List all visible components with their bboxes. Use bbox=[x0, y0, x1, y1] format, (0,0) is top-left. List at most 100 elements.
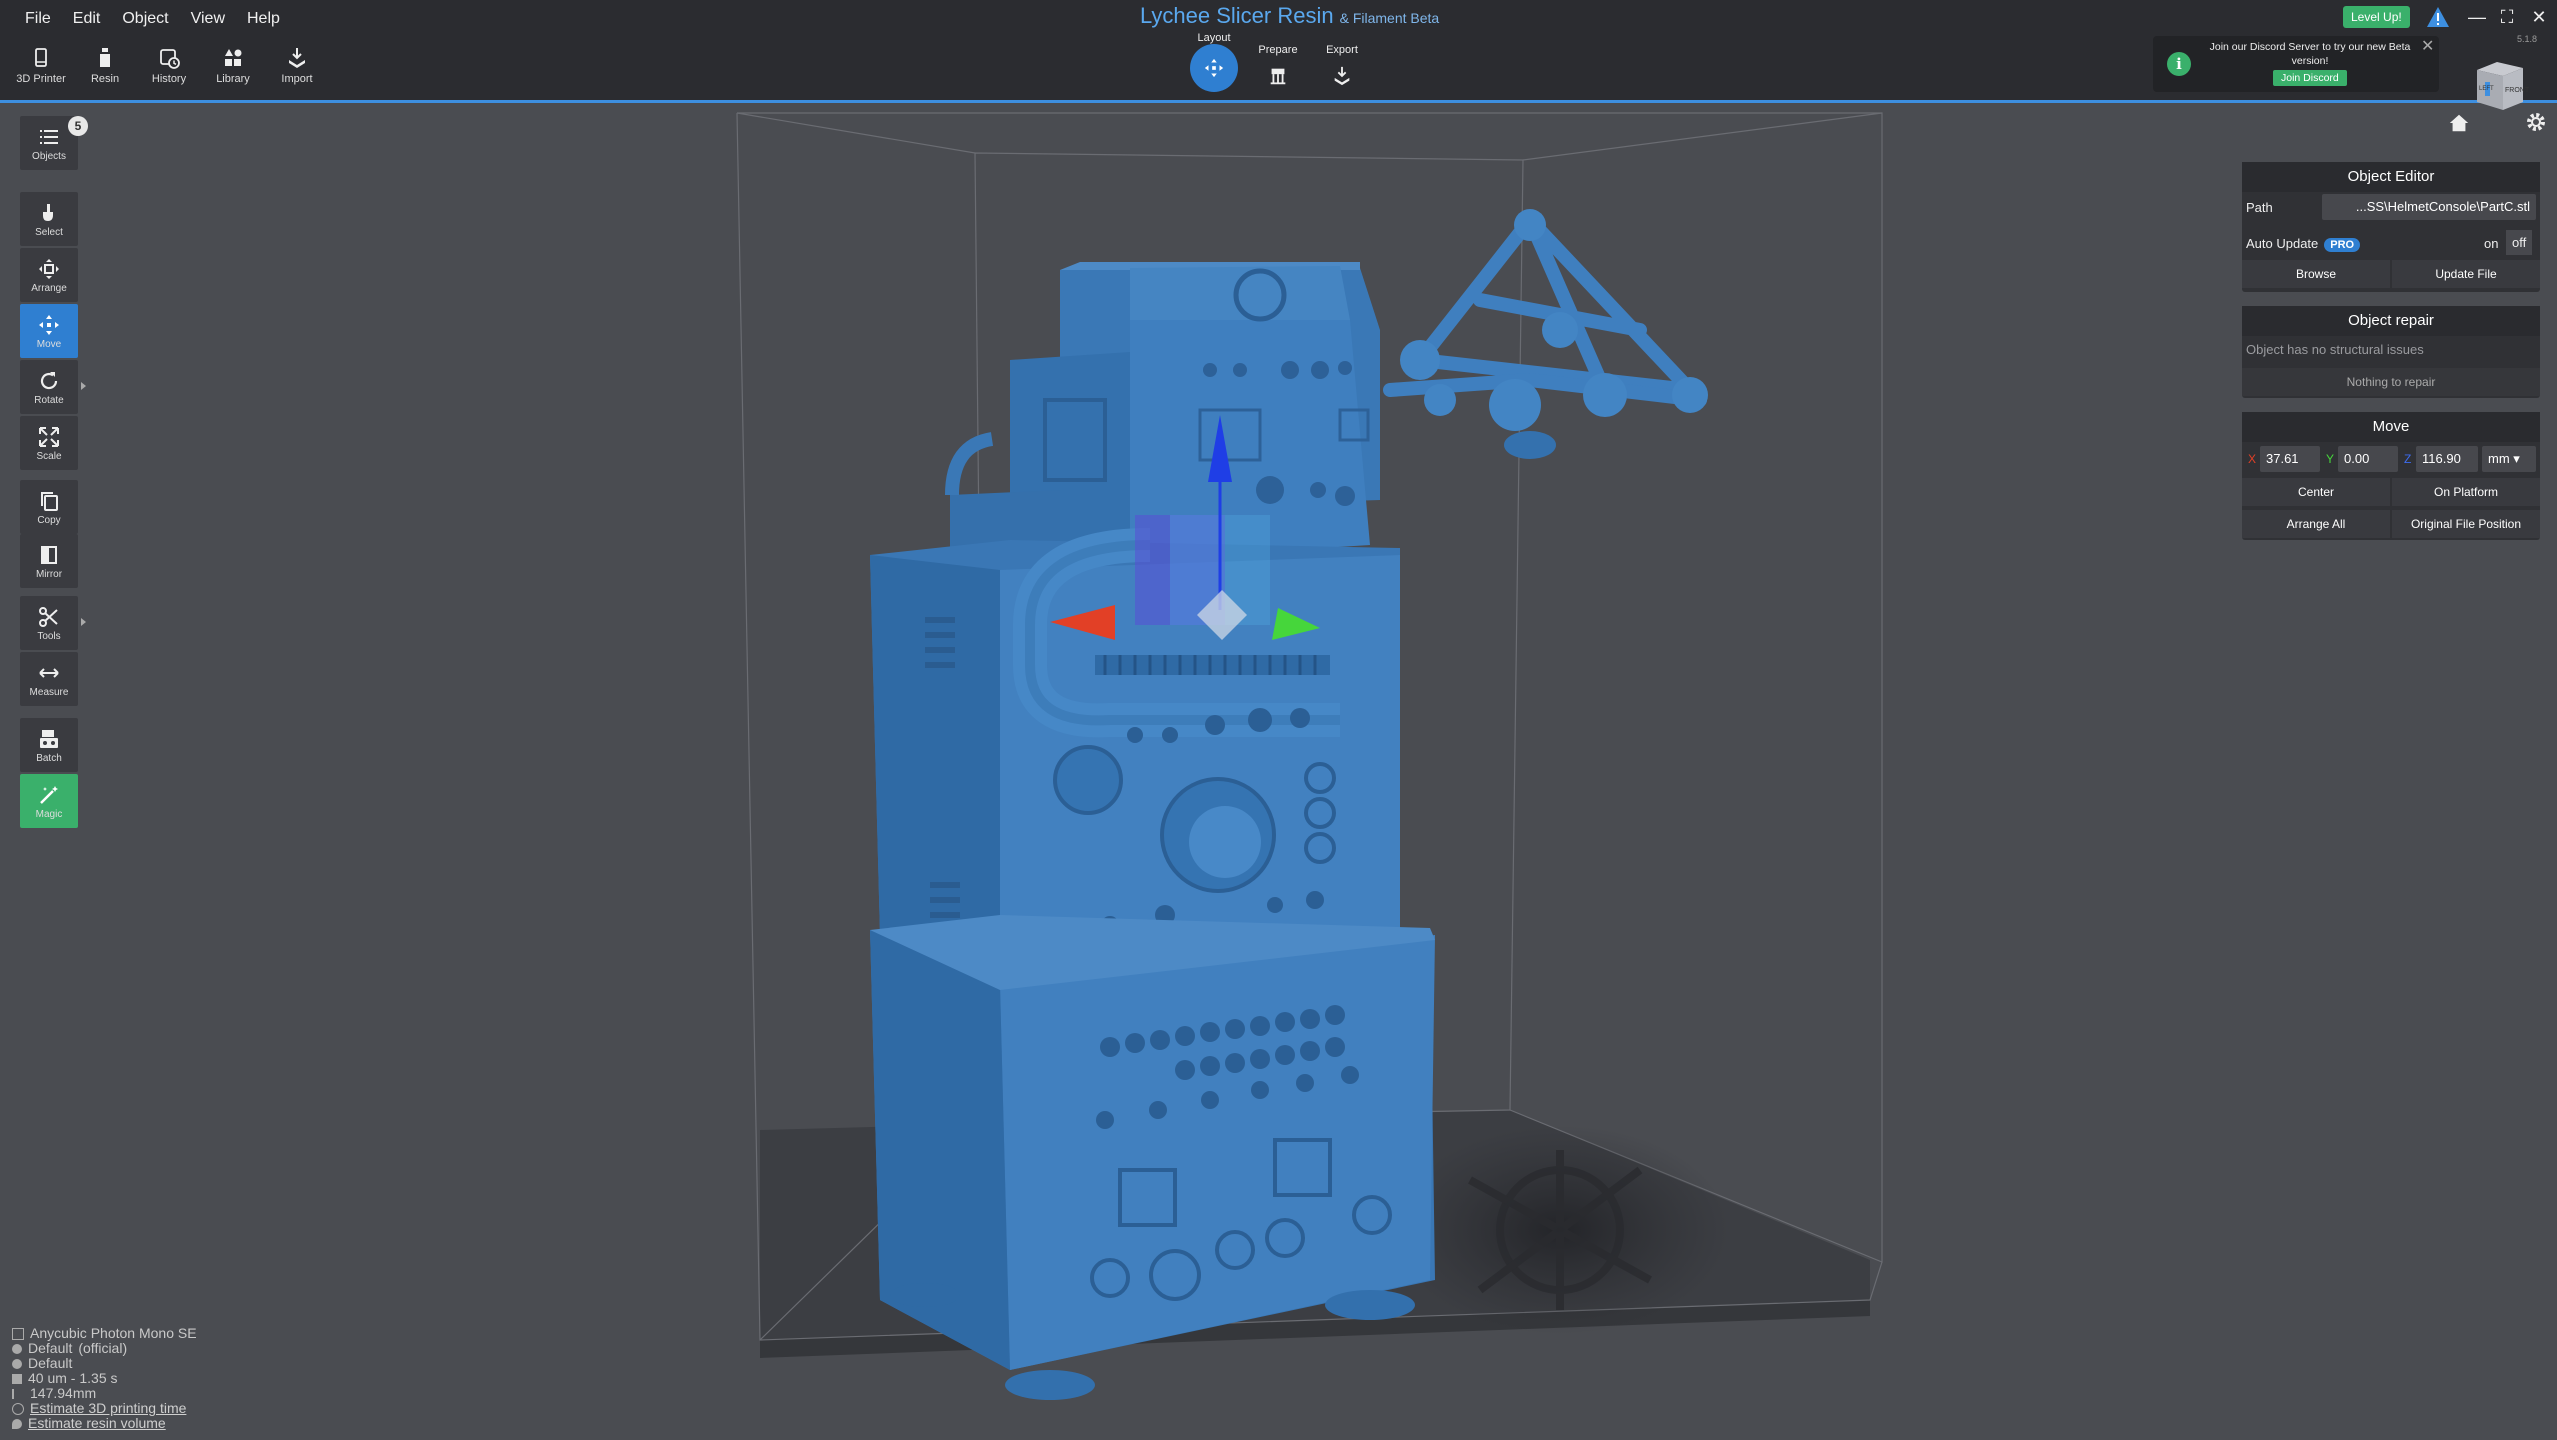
printer-button[interactable]: 3D Printer bbox=[14, 46, 68, 96]
measure-icon bbox=[39, 667, 59, 678]
mirror-button[interactable]: Mirror bbox=[20, 534, 78, 588]
info-height-row: 147.94mm bbox=[12, 1386, 197, 1401]
estimate-time-link[interactable]: Estimate 3D printing time bbox=[30, 1401, 186, 1416]
maximize-button[interactable]: ⛶ bbox=[2494, 4, 2520, 30]
minimize-icon: — bbox=[2468, 6, 2486, 27]
info-printer[interactable]: Anycubic Photon Mono SE bbox=[30, 1326, 197, 1341]
tools-submenu-arrow-icon[interactable] bbox=[81, 618, 86, 626]
auto-update-label: Auto Update PRO bbox=[2246, 236, 2361, 252]
auto-update-text: Auto Update bbox=[2246, 236, 2319, 251]
minimize-button[interactable]: — bbox=[2464, 4, 2490, 30]
z-axis-label: Z bbox=[2404, 452, 2412, 466]
rotate-submenu-arrow-icon[interactable] bbox=[81, 382, 86, 390]
objects-count-badge: 5 bbox=[68, 116, 88, 136]
y-axis-label: Y bbox=[2326, 452, 2335, 466]
toggle-off-option[interactable]: off bbox=[2506, 230, 2533, 255]
layers-icon bbox=[12, 1373, 22, 1384]
tools-label: Tools bbox=[37, 630, 61, 642]
select-label: Select bbox=[35, 226, 63, 238]
batch-button[interactable]: Batch bbox=[20, 718, 78, 772]
object-repair-panel: Object repair Object has no structural i… bbox=[2242, 306, 2540, 398]
close-button[interactable]: ✕ bbox=[2526, 4, 2552, 30]
select-button[interactable]: Select bbox=[20, 192, 78, 246]
top-bar: File Edit Object View Help Lychee Slicer… bbox=[0, 0, 2557, 103]
copy-icon bbox=[41, 491, 58, 511]
info-profile[interactable]: Default bbox=[28, 1356, 72, 1371]
menu-bar: File Edit Object View Help bbox=[14, 6, 291, 32]
library-label: Library bbox=[216, 73, 250, 85]
list-icon bbox=[40, 129, 58, 144]
info-profile-row: Default bbox=[12, 1356, 197, 1371]
menu-object[interactable]: Object bbox=[111, 6, 179, 32]
tab-layout[interactable]: Layout bbox=[1190, 32, 1238, 92]
copy-button[interactable]: Copy bbox=[20, 480, 78, 534]
path-field[interactable]: ...SS\HelmetConsole\PartC.stl bbox=[2322, 194, 2536, 220]
tab-export-icon-wrap bbox=[1322, 56, 1362, 96]
objects-button[interactable]: Objects 5 bbox=[20, 116, 88, 170]
tab-export-label: Export bbox=[1326, 44, 1358, 56]
library-button[interactable]: Library bbox=[206, 46, 260, 96]
history-button[interactable]: History bbox=[142, 46, 196, 96]
menu-edit[interactable]: Edit bbox=[62, 6, 112, 32]
3d-viewport[interactable] bbox=[0, 103, 2557, 1440]
object-repair-title: Object repair bbox=[2242, 306, 2540, 336]
close-icon: ✕ bbox=[2531, 6, 2547, 27]
copy-label: Copy bbox=[37, 514, 61, 526]
tab-layout-icon-wrap bbox=[1190, 44, 1238, 92]
main-toolbar: 3D Printer Resin History Library Import bbox=[14, 46, 324, 96]
info-resin[interactable]: Default bbox=[28, 1341, 72, 1356]
warning-icon[interactable] bbox=[2426, 6, 2450, 28]
scale-button[interactable]: Scale bbox=[20, 416, 78, 470]
resin-button[interactable]: Resin bbox=[78, 46, 132, 96]
library-icon bbox=[225, 49, 242, 66]
move-panel: Move X 37.61 Y 0.00 Z 116.90 mm ▾ Center… bbox=[2242, 412, 2540, 540]
estimate-volume-link[interactable]: Estimate resin volume bbox=[28, 1416, 166, 1431]
mirror-label: Mirror bbox=[35, 568, 63, 580]
tools-button[interactable]: Tools bbox=[20, 596, 86, 650]
resin-bottle-icon bbox=[100, 48, 110, 67]
import-button[interactable]: Import bbox=[270, 46, 324, 96]
arrange-all-button[interactable]: Arrange All bbox=[2242, 510, 2390, 538]
path-label: Path bbox=[2246, 200, 2273, 215]
x-input[interactable]: 37.61 bbox=[2260, 446, 2320, 472]
magic-wand-icon bbox=[40, 785, 58, 804]
object-editor-panel: Object Editor Path ...SS\HelmetConsole\P… bbox=[2242, 162, 2540, 292]
update-file-button[interactable]: Update File bbox=[2392, 260, 2540, 288]
menu-help[interactable]: Help bbox=[236, 6, 291, 32]
level-up-button[interactable]: Level Up! bbox=[2343, 6, 2410, 28]
y-input[interactable]: 0.00 bbox=[2338, 446, 2398, 472]
workflow-tabs: Layout Prepare Export bbox=[1180, 32, 1380, 100]
measure-button[interactable]: Measure bbox=[20, 652, 78, 706]
rotate-button[interactable]: Rotate bbox=[20, 360, 86, 414]
original-file-position-button[interactable]: Original File Position bbox=[2392, 510, 2540, 538]
menu-view[interactable]: View bbox=[180, 6, 236, 32]
arrange-label: Arrange bbox=[31, 282, 67, 294]
resin-label: Resin bbox=[90, 73, 120, 85]
browse-button[interactable]: Browse bbox=[2242, 260, 2390, 288]
info-layer-row: 40 um - 1.35 s bbox=[12, 1371, 197, 1386]
tab-export[interactable]: Export bbox=[1322, 44, 1362, 96]
pointer-icon bbox=[43, 203, 53, 221]
tab-prepare-label: Prepare bbox=[1258, 44, 1298, 56]
close-notification-icon[interactable]: ✕ bbox=[2421, 36, 2434, 56]
magic-button[interactable]: Magic bbox=[20, 774, 78, 828]
version-label: 5.1.8 bbox=[2516, 34, 2537, 44]
arrange-icon bbox=[39, 258, 59, 279]
info-volume-row: Estimate resin volume bbox=[12, 1416, 197, 1431]
on-platform-button[interactable]: On Platform bbox=[2392, 478, 2540, 506]
magic-label: Magic bbox=[35, 808, 63, 820]
z-input[interactable]: 116.90 bbox=[2416, 446, 2478, 472]
batch-icon bbox=[40, 729, 58, 748]
arrange-button[interactable]: Arrange bbox=[20, 248, 78, 302]
menu-file[interactable]: File bbox=[14, 6, 62, 32]
import-label: Import bbox=[281, 73, 313, 85]
unit-select[interactable]: mm ▾ bbox=[2482, 446, 2536, 472]
height-icon bbox=[12, 1388, 24, 1399]
tab-prepare[interactable]: Prepare bbox=[1258, 44, 1298, 96]
center-button[interactable]: Center bbox=[2242, 478, 2390, 506]
move-button[interactable]: Move bbox=[20, 304, 78, 358]
join-discord-button[interactable]: Join Discord bbox=[2273, 70, 2347, 86]
printer-icon bbox=[35, 48, 47, 67]
move-icon bbox=[39, 314, 59, 335]
toggle-on-option[interactable]: on bbox=[2484, 236, 2498, 251]
